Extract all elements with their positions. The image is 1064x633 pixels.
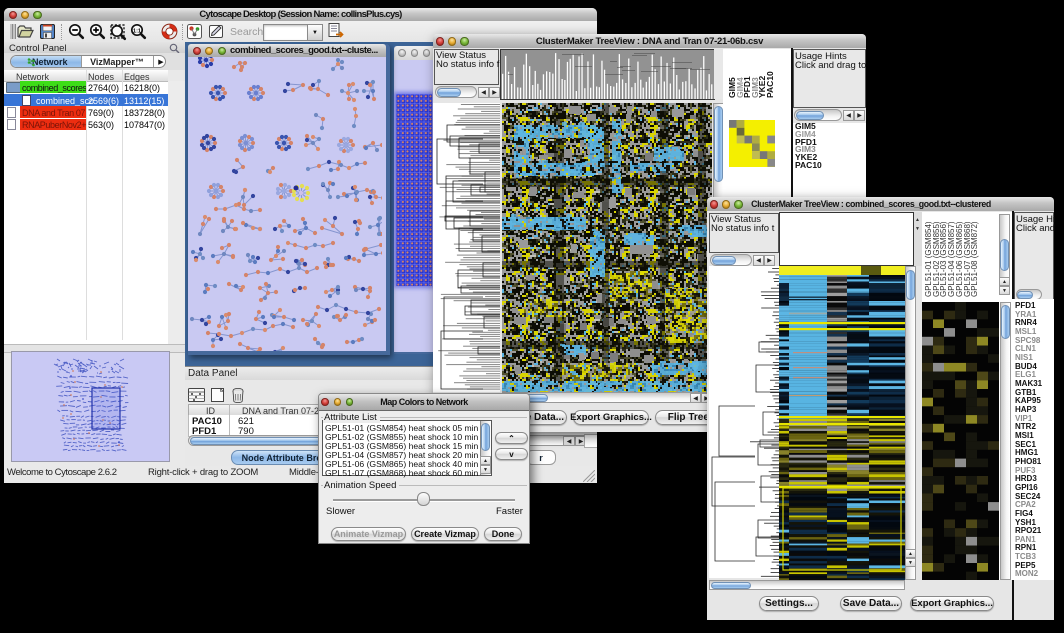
svg-text:1:1: 1:1 (133, 28, 141, 34)
